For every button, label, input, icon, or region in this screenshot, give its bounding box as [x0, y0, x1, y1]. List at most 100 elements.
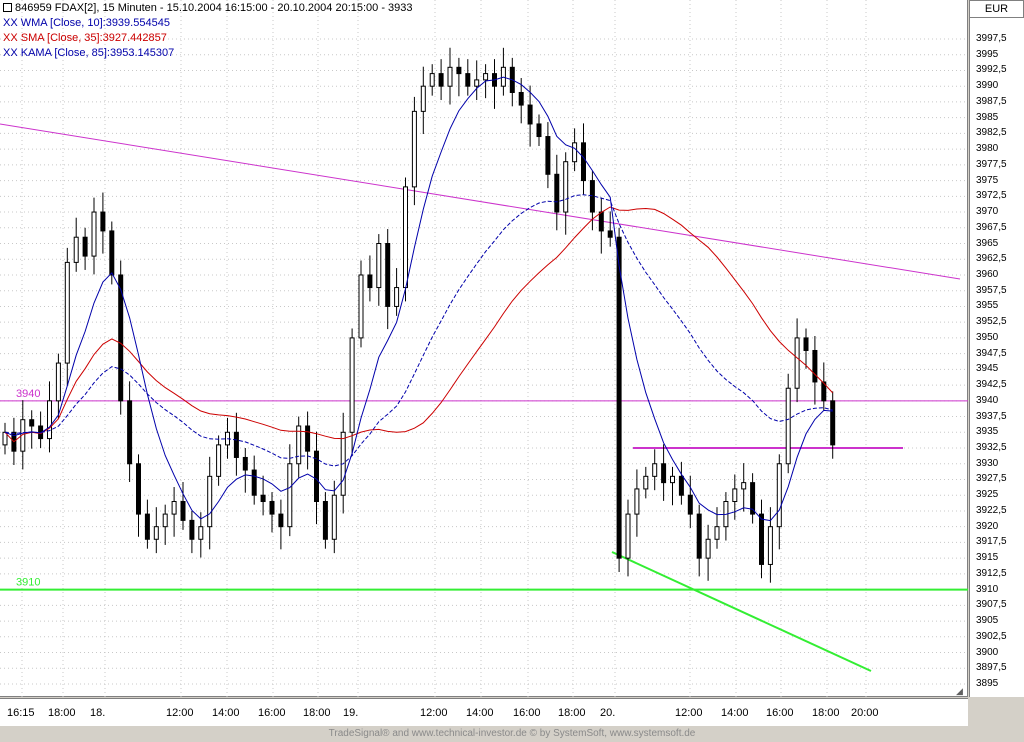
y-tick-label: 3935	[976, 426, 999, 438]
y-tick-label: 3965	[976, 237, 999, 249]
candle-body	[100, 211, 106, 232]
y-tick-label: 3922,5	[976, 504, 1007, 516]
x-tick-label: 14:00	[466, 707, 494, 719]
candle-body	[47, 400, 52, 440]
y-tick-label: 3937,5	[976, 410, 1007, 422]
footer-copyright: TradeSignal® and www.technical-investor.…	[328, 728, 696, 739]
x-tick-label: 18.	[90, 707, 106, 719]
candle-body	[581, 142, 586, 182]
candle-body	[91, 211, 97, 257]
currency-label: EUR	[969, 0, 1024, 18]
candle-body	[216, 444, 222, 477]
candle-body	[233, 431, 239, 458]
resistance-trendline	[0, 123, 961, 280]
y-tick-label: 3967,5	[976, 221, 1007, 233]
x-tick-label: 18:00	[303, 707, 331, 719]
candle-body	[607, 230, 613, 238]
candle-body	[136, 463, 141, 515]
candle-body	[678, 475, 684, 496]
y-tick-label: 3895	[976, 678, 999, 689]
candle-body	[367, 274, 373, 289]
grid-lines	[0, 0, 968, 697]
chart-plot-area[interactable]: 3940 3910 846959 FDAX[2], 15 Minuten - 15…	[0, 0, 968, 697]
y-tick-label: 3982,5	[976, 127, 1007, 139]
x-tick-label: 20.	[600, 707, 616, 719]
legend-kama[interactable]: XX KAMA [Close, 85]:3953.145307	[3, 46, 413, 61]
candle-body	[358, 274, 364, 339]
candle-body	[438, 73, 444, 87]
legend-title-row: 846959 FDAX[2], 15 Minuten - 15.10.2004 …	[3, 1, 413, 16]
candle-body	[305, 425, 311, 452]
candle-body	[563, 161, 569, 213]
legend-sma[interactable]: XX SMA [Close, 35]:3927.442857	[3, 31, 413, 46]
level-label: 3940	[16, 388, 40, 400]
candle-body	[732, 488, 738, 503]
candle-body	[474, 79, 480, 87]
y-tick-label: 3970	[976, 206, 999, 218]
candle-body	[349, 337, 355, 433]
candle-body	[287, 463, 293, 528]
candle-body	[767, 526, 773, 565]
x-tick-label: 12:00	[420, 707, 448, 719]
candle-body	[109, 230, 115, 276]
x-tick-label: 14:00	[721, 707, 749, 719]
candle-body	[278, 513, 284, 528]
y-tick-label: 3915	[976, 552, 999, 564]
y-tick-label: 3905	[976, 615, 999, 627]
candle-body	[785, 387, 791, 465]
y-tick-label: 3995	[976, 48, 999, 60]
candle-body	[634, 488, 640, 515]
y-tick-label: 3932,5	[976, 442, 1007, 454]
price-chart[interactable]: 3940 3910	[0, 0, 968, 697]
candle-body	[82, 236, 88, 257]
candle-body	[162, 513, 168, 528]
downtrend-line-green	[611, 551, 872, 672]
candle-body	[705, 538, 711, 559]
candlestick-series	[2, 47, 836, 583]
y-tick-label: 3990	[976, 80, 999, 92]
candle-body	[572, 142, 578, 163]
y-tick-label: 3975	[976, 174, 999, 186]
candle-body	[625, 513, 631, 559]
candle-body	[55, 362, 61, 402]
candle-body	[589, 180, 595, 213]
candle-body	[394, 287, 400, 307]
y-tick-label: 3962,5	[976, 253, 1007, 265]
y-tick-label: 3955	[976, 300, 999, 312]
x-tick-label: 16:00	[766, 707, 794, 719]
chart-window-icon	[3, 3, 12, 12]
time-axis[interactable]: 16:15 18:00 18. 12:00 14:00 16:00 18:00 19. 12:0…	[0, 698, 968, 726]
candle-body	[598, 211, 604, 232]
candle-body	[144, 513, 150, 540]
y-tick-label: 3907,5	[976, 599, 1007, 611]
candle-body	[385, 243, 391, 307]
y-tick-label: 3997,5	[976, 33, 1007, 44]
x-tick-label: 20:00	[851, 707, 879, 719]
legend-wma[interactable]: XX WMA [Close, 10]:3939.554545	[3, 16, 413, 31]
y-tick-label: 3927,5	[976, 473, 1007, 485]
price-axis[interactable]: 3997,5 3995 3992,5 3990 3987,5 3985 3982,5 3980…	[969, 18, 1024, 697]
y-tick-label: 3902,5	[976, 630, 1007, 642]
legend-title: 846959 FDAX[2], 15 Minuten - 15.10.2004 …	[15, 2, 413, 14]
y-tick-label: 3912,5	[976, 567, 1007, 579]
y-tick-label: 3960	[976, 268, 999, 280]
candle-body	[411, 110, 417, 188]
x-tick-label: 18:00	[558, 707, 586, 719]
horizontal-level-lines[interactable]: 3940 3910	[0, 388, 968, 591]
candle-body	[687, 494, 693, 515]
candle-body	[554, 173, 560, 213]
candle-body	[260, 494, 266, 503]
y-tick-label: 3950	[976, 331, 999, 343]
candle-body	[812, 349, 818, 383]
resize-grip-icon[interactable]: ◢	[956, 686, 963, 697]
candle-body	[527, 104, 533, 125]
candle-body	[794, 337, 800, 389]
y-tick-label: 3977,5	[976, 158, 1007, 170]
candle-body	[652, 463, 658, 477]
y-tick-label: 3985	[976, 111, 999, 123]
y-tick-label: 3942,5	[976, 379, 1007, 391]
candle-body	[242, 456, 248, 471]
candle-body	[29, 419, 35, 427]
y-tick-label: 3940	[976, 394, 999, 406]
candle-body	[403, 186, 408, 289]
